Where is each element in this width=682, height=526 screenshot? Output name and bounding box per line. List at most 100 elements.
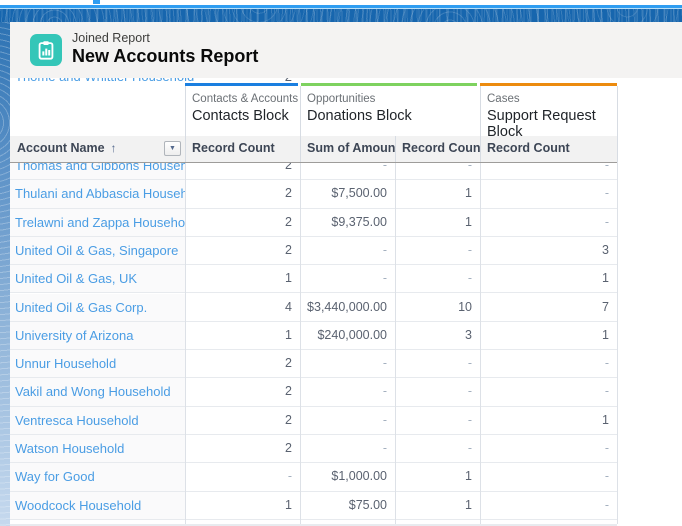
account-name-cell: United Oil & Gas, Singapore	[10, 236, 185, 265]
account-name-cell: Unnur Household	[10, 350, 185, 378]
donations-record-count-cell: -	[467, 242, 472, 257]
account-name-column-header[interactable]: Account Name ↑ ▼	[10, 136, 185, 162]
account-name-header-label: Account Name	[17, 141, 105, 155]
chevron-down-icon: ▼	[169, 145, 176, 152]
contacts-record-count-cell: 2	[285, 356, 292, 371]
donations-record-count-header[interactable]: Record Count	[395, 136, 480, 162]
column-divider	[185, 86, 186, 162]
account-name-link[interactable]: University of Arizona	[15, 328, 134, 343]
account-name-link[interactable]: Woodcock Household	[15, 498, 141, 513]
account-name-cell: Vakil and Wong Household	[10, 378, 185, 406]
account-name-link[interactable]: Unnur Household	[15, 356, 116, 371]
account-name-cell: Thulani and Abbascia Household	[10, 180, 185, 208]
contacts-record-count-cell: 4	[285, 299, 292, 314]
table-row: United Oil & Gas Corp. 4 $3,440,000.00 10 7	[10, 293, 617, 322]
block-name-area: Contacts & Accounts Contacts Block Oppor…	[10, 86, 617, 140]
donations-record-count-cell: 10	[458, 299, 472, 314]
contacts-record-count-cell: -	[287, 469, 292, 484]
account-name-link[interactable]: United Oil & Gas Corp.	[15, 300, 147, 315]
report-card: Joined Report New Accounts Report Thome …	[10, 22, 682, 526]
table-row: Thulani and Abbascia Household 2 $7,500.00…	[10, 180, 617, 209]
sum-of-amount-cell: $240,000.00	[317, 327, 387, 342]
sum-of-amount-header[interactable]: Sum of Amount	[300, 136, 395, 162]
donations-record-count-cell: 1	[465, 469, 472, 484]
account-name-cell: Watson Household	[10, 435, 185, 463]
block-header-donations[interactable]: Opportunities Donations Block	[307, 86, 412, 136]
cases-record-count-cell: 3	[602, 242, 609, 257]
donations-record-count-cell: 1	[465, 186, 472, 201]
contacts-record-count-cell: 2	[285, 441, 292, 455]
sum-of-amount-cell: $3,440,000.00	[307, 299, 387, 314]
donations-record-count-cell: -	[467, 384, 472, 399]
cases-record-count-header[interactable]: Record Count	[480, 136, 617, 162]
table-row: Woodcock Household 1 $75.00 1 -	[10, 491, 617, 520]
lightning-background-strip	[0, 22, 10, 526]
block-header-cases[interactable]: Cases Support Request Block	[487, 86, 617, 140]
sum-of-amount-cell: -	[382, 356, 387, 371]
column-header-row: Account Name ↑ ▼ Record Count Sum of Amou…	[10, 136, 617, 163]
contacts-record-count-cell: 1	[285, 497, 292, 512]
block-name-label: Contacts Block	[192, 108, 289, 124]
report-table-header: Contacts & Accounts Contacts Block Oppor…	[10, 83, 682, 163]
cases-record-count-cell: -	[604, 356, 609, 371]
block-source-label: Contacts & Accounts	[192, 93, 299, 105]
lightning-banner-pattern	[0, 9, 682, 22]
sum-of-amount-cell: $9,375.00	[331, 214, 387, 229]
sum-of-amount-cell: $7,500.00	[331, 186, 387, 201]
contacts-record-count-cell: 1	[285, 271, 292, 286]
account-name-cell: United Oil & Gas Corp.	[10, 293, 185, 321]
column-divider	[395, 136, 396, 162]
donations-record-count-cell: 3	[465, 327, 472, 342]
top-edge-artifact	[93, 0, 100, 4]
account-name-link[interactable]: Vakil and Wong Household	[15, 384, 171, 399]
column-filter-dropdown-button[interactable]: ▼	[164, 141, 181, 156]
account-name-link[interactable]: United Oil & Gas, UK	[15, 271, 137, 286]
block-header-contacts[interactable]: Contacts & Accounts Contacts Block	[192, 86, 298, 136]
contacts-record-count-header[interactable]: Record Count	[185, 136, 300, 162]
table-row: Ventresca Household 2 - - 1	[10, 406, 617, 435]
account-name-cell: United Oil & Gas, UK	[10, 265, 185, 293]
contacts-record-count-cell: 2	[285, 412, 292, 427]
salesforce-report-view: Joined Report New Accounts Report Thome …	[0, 0, 682, 526]
account-name-link[interactable]: Watson Household	[15, 441, 124, 456]
column-divider	[480, 162, 481, 524]
block-source-label: Opportunities	[307, 93, 376, 105]
donations-record-count-cell: -	[467, 441, 472, 455]
sum-of-amount-cell: -	[382, 384, 387, 399]
cases-record-count-cell: -	[604, 186, 609, 201]
table-row: United Oil & Gas, UK 1 - - 1	[10, 265, 617, 294]
donations-record-count-cell: -	[467, 412, 472, 427]
table-row: Watson Household 2 - - -	[10, 435, 617, 464]
column-divider	[480, 86, 481, 162]
table-right-border	[617, 86, 618, 162]
account-name-link[interactable]: Way for Good	[15, 469, 95, 484]
contacts-record-count-cell: 2	[285, 186, 292, 201]
column-divider	[185, 162, 186, 524]
sum-of-amount-cell: $1,000.00	[331, 469, 387, 484]
account-name-link[interactable]: Ventresca Household	[15, 413, 139, 428]
column-divider	[395, 162, 396, 524]
cases-record-count-cell: 1	[602, 412, 609, 427]
contacts-record-count-cell: 1	[285, 327, 292, 342]
block-source-label: Cases	[487, 93, 520, 105]
account-name-cell: Trelawni and Zappa Household	[10, 208, 185, 236]
block-name-label: Donations Block	[307, 108, 412, 124]
table-right-border	[617, 162, 618, 524]
donations-record-count-cell: -	[467, 356, 472, 371]
sum-of-amount-cell: -	[382, 441, 387, 455]
contacts-record-count-cell: 2	[285, 242, 292, 257]
table-row: Trelawni and Zappa Household 2 $9,375.00 1 -	[10, 208, 617, 237]
cases-record-count-cell: 7	[602, 299, 609, 314]
account-name-link[interactable]: Trelawni and Zappa Household	[15, 215, 185, 230]
account-name-link[interactable]: Thulani and Abbascia Household	[15, 186, 185, 201]
account-name-link[interactable]: United Oil & Gas, Singapore	[15, 243, 178, 258]
account-name-cell: Woodcock Household	[10, 491, 185, 519]
cases-record-count-cell: 1	[602, 327, 609, 342]
sum-of-amount-cell: -	[382, 412, 387, 427]
table-row: United Oil & Gas, Singapore 2 - - 3	[10, 236, 617, 266]
contacts-record-count-cell: 2	[285, 214, 292, 229]
table-row: Way for Good - $1,000.00 1 -	[10, 463, 617, 492]
sort-ascending-icon: ↑	[110, 141, 117, 155]
account-name-cell: Ventresca Household	[10, 406, 185, 434]
cases-record-count-cell: -	[604, 441, 609, 455]
